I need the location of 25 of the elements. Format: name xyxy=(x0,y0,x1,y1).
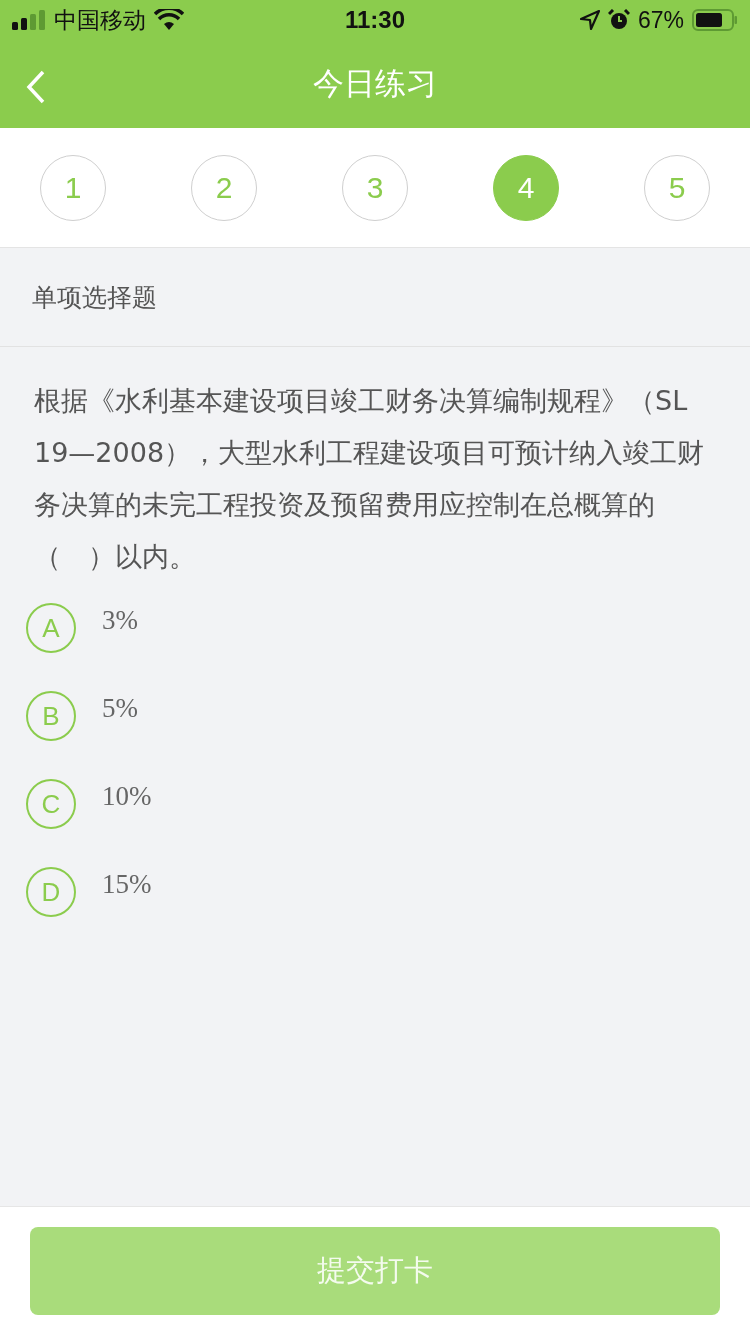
carrier-name: 中国移动 xyxy=(54,5,146,35)
option-letter-button[interactable]: B xyxy=(26,691,76,741)
wifi-icon xyxy=(154,9,184,31)
battery-percentage: 67% xyxy=(637,6,684,34)
question-number-button[interactable]: 3 xyxy=(342,154,408,221)
page-title: 今日练习 xyxy=(313,64,437,103)
option-text[interactable]: 10% xyxy=(102,781,152,812)
question-number-button[interactable]: 5 xyxy=(644,154,710,221)
option-letter-button[interactable]: C xyxy=(26,779,76,829)
signal-icon xyxy=(12,10,46,30)
location-arrow-icon xyxy=(579,10,600,30)
option-letter-button[interactable]: D xyxy=(26,867,76,917)
option-text[interactable]: 5% xyxy=(102,693,138,724)
question-number-button[interactable]: 4 xyxy=(493,154,559,221)
battery-icon xyxy=(692,9,738,31)
option-letter-button[interactable]: A xyxy=(26,603,76,653)
clock-time: 11:30 xyxy=(344,6,406,34)
alarm-clock-icon xyxy=(607,9,630,31)
option-text[interactable]: 15% xyxy=(102,869,152,900)
option-text[interactable]: 3% xyxy=(102,605,138,636)
question-text: 根据《水利基本建设项目竣工财务决算编制规程》（SL 19—2008），大型水利工程建设项目可预计纳入竣工财务决算的未完工程投资及预留费用应控制在总概算的（ ）以内。 xyxy=(34,384,706,574)
question-number-button[interactable]: 1 xyxy=(40,154,106,221)
question-type-label: 单项选择题 xyxy=(32,281,157,314)
chevron-left-icon xyxy=(26,70,46,104)
question-number-button[interactable]: 2 xyxy=(191,154,257,221)
